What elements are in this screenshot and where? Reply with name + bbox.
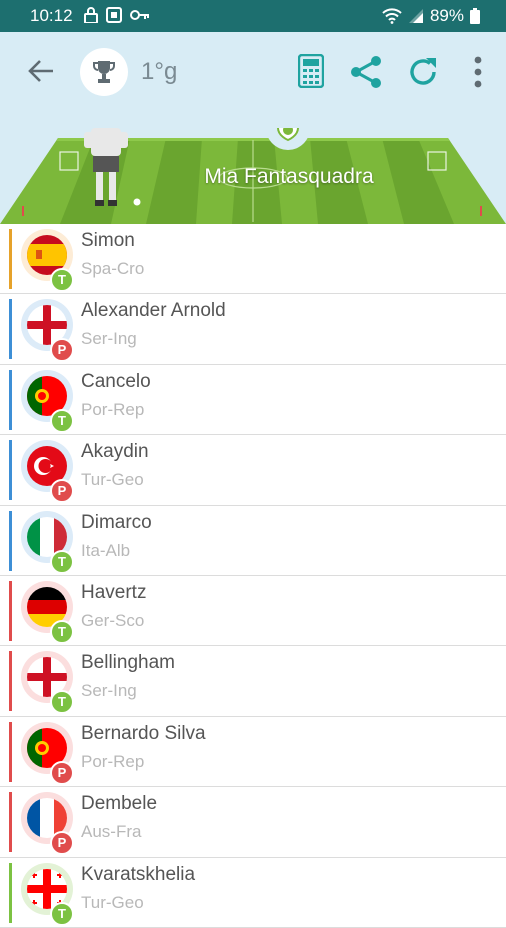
player-name: Cancelo xyxy=(81,370,151,392)
player-row[interactable]: T Simon Spa-Cro xyxy=(0,224,506,295)
back-button[interactable] xyxy=(24,54,58,88)
player-match: Ser-Ing xyxy=(81,329,137,349)
lock-icon xyxy=(84,7,98,23)
player-row[interactable]: T Cancelo Por-Rep xyxy=(0,365,506,436)
role-indicator-bar xyxy=(9,299,12,360)
player-row[interactable]: P Dembele Aus-Fra xyxy=(0,787,506,858)
player-row[interactable]: P Bernardo Silva Por-Rep xyxy=(0,717,506,788)
player-status-badge: T xyxy=(50,619,74,644)
player-name: Simon xyxy=(81,230,135,251)
player-status-badge: P xyxy=(50,479,74,504)
rank-label: 1°g xyxy=(141,58,178,85)
player-status-badge: T xyxy=(50,901,74,926)
player-row[interactable]: T Dimarco Ita-Alb xyxy=(0,506,506,576)
player-name: Alexander Arnold xyxy=(81,300,226,322)
player-name: Bernardo Silva xyxy=(81,722,206,744)
player-match: Spa-Cro xyxy=(81,259,145,278)
trophy-button[interactable] xyxy=(80,48,128,96)
battery-icon xyxy=(470,8,480,24)
player-status-badge: P xyxy=(50,831,74,856)
role-indicator-bar xyxy=(9,580,12,641)
player-name: Dimarco xyxy=(81,511,152,533)
player-row[interactable]: P Alexander Arnold Ser-Ing xyxy=(0,294,506,365)
wifi-icon xyxy=(382,8,402,24)
player-row[interactable]: T Bellingham Ser-Ing xyxy=(0,646,506,717)
player-match: Tur-Geo xyxy=(81,470,144,490)
role-indicator-bar xyxy=(9,229,12,289)
player-status-badge: P xyxy=(50,760,74,785)
sim-icon xyxy=(106,7,122,23)
player-row[interactable]: T Havertz Ger-Sco xyxy=(0,576,506,647)
role-indicator-bar xyxy=(9,440,12,501)
key-icon xyxy=(130,10,149,20)
player-name: Kvaratskhelia xyxy=(81,863,196,885)
player-match: Aus-Fra xyxy=(81,822,142,842)
player-status-badge: T xyxy=(50,268,74,292)
player-status-badge: P xyxy=(50,338,74,363)
role-indicator-bar xyxy=(9,862,12,923)
status-bar: 10:12 89% xyxy=(0,0,506,32)
back-arrow-icon xyxy=(28,60,53,82)
more-options-button[interactable] xyxy=(466,52,490,92)
player-match: Por-Rep xyxy=(81,399,145,419)
player-name: Bellingham xyxy=(81,652,175,674)
player-status-badge: T xyxy=(50,549,74,574)
role-indicator-bar xyxy=(9,792,12,853)
refresh-icon xyxy=(410,58,436,85)
player-match: Tur-Geo xyxy=(81,892,144,912)
player-name: Havertz xyxy=(81,581,147,603)
share-button[interactable] xyxy=(346,52,386,92)
more-vert-icon xyxy=(474,56,482,88)
player-row[interactable]: T Kvaratskhelia Tur-Geo xyxy=(0,858,506,928)
player-list: T Simon Spa-Cro P Alexander Arnold Ser-Ing T Ca… xyxy=(0,224,506,928)
calculator-icon xyxy=(298,54,324,88)
player-row[interactable]: P Akaydin Tur-Geo xyxy=(0,435,506,506)
player-status-badge: T xyxy=(50,690,74,715)
calculator-button[interactable] xyxy=(296,52,326,90)
battery-percent: 89% xyxy=(429,6,464,25)
role-indicator-bar xyxy=(9,369,12,430)
player-name: Dembele xyxy=(81,793,158,815)
trophy-icon xyxy=(93,61,115,83)
player-status-badge: T xyxy=(50,408,74,433)
status-time: 10:12 xyxy=(30,6,73,25)
team-header: 1°g Mia Fantasquadra xyxy=(0,32,506,224)
player-match: Ser-Ing xyxy=(81,681,137,701)
share-icon xyxy=(351,56,381,88)
role-indicator-bar xyxy=(9,721,12,782)
player-match: Ger-Sco xyxy=(81,610,145,630)
role-indicator-bar xyxy=(9,651,12,712)
role-indicator-bar xyxy=(9,510,12,571)
signal-icon xyxy=(408,9,423,23)
player-match: Ita-Alb xyxy=(81,540,131,560)
player-match: Por-Rep xyxy=(81,751,145,771)
refresh-button[interactable] xyxy=(403,52,443,92)
player-name: Akaydin xyxy=(81,441,149,463)
team-name: Mia Fantasquadra xyxy=(204,165,374,188)
